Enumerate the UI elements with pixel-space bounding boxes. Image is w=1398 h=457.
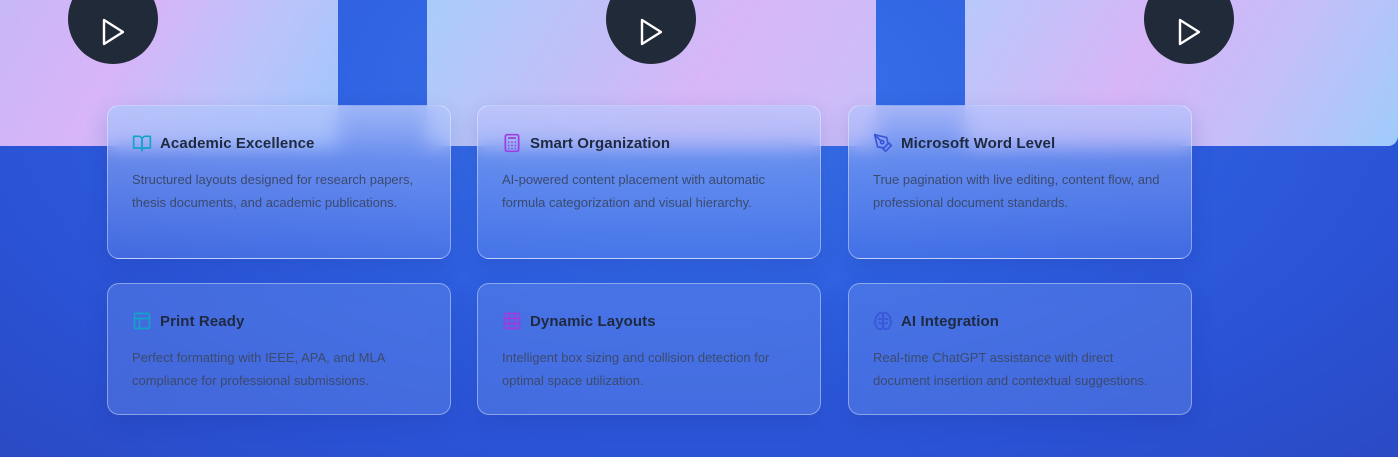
pen-tool-icon [873,133,893,153]
feature-description: AI-powered content placement with automa… [502,172,766,210]
feature-title: Microsoft Word Level [901,134,1056,152]
feature-card-academic-excellence: Academic Excellence Structured layouts d… [107,105,451,259]
grid-icon [502,311,522,331]
feature-title: Smart Organization [530,134,671,152]
calculator-icon [502,133,522,153]
brain-icon [873,311,893,331]
feature-card-ai-integration: AI Integration Real-time ChatGPT assista… [848,283,1192,415]
play-button[interactable] [1144,0,1234,64]
feature-description: Intelligent box sizing and collision det… [502,350,770,388]
feature-title: Dynamic Layouts [530,312,656,330]
feature-description: Structured layouts designed for research… [132,172,414,210]
play-icon [102,18,125,46]
feature-card-print-ready: Print Ready Perfect formatting with IEEE… [107,283,451,415]
feature-card-dynamic-layouts: Dynamic Layouts Intelligent box sizing a… [477,283,821,415]
play-icon [1178,18,1201,46]
feature-title: Academic Excellence [160,134,315,152]
book-open-icon [132,133,152,153]
play-button[interactable] [68,0,158,64]
layout-icon [132,311,152,331]
feature-card-smart-organization: Smart Organization AI-powered content pl… [477,105,821,259]
feature-title: AI Integration [901,312,1000,330]
play-button[interactable] [606,0,696,64]
feature-title: Print Ready [160,312,245,330]
feature-card-microsoft-word-level: Microsoft Word Level True pagination wit… [848,105,1192,259]
feature-description: True pagination with live editing, conte… [873,172,1160,210]
feature-description: Perfect formatting with IEEE, APA, and M… [132,350,385,388]
play-icon [640,18,663,46]
feature-description: Real-time ChatGPT assistance with direct… [873,350,1148,388]
